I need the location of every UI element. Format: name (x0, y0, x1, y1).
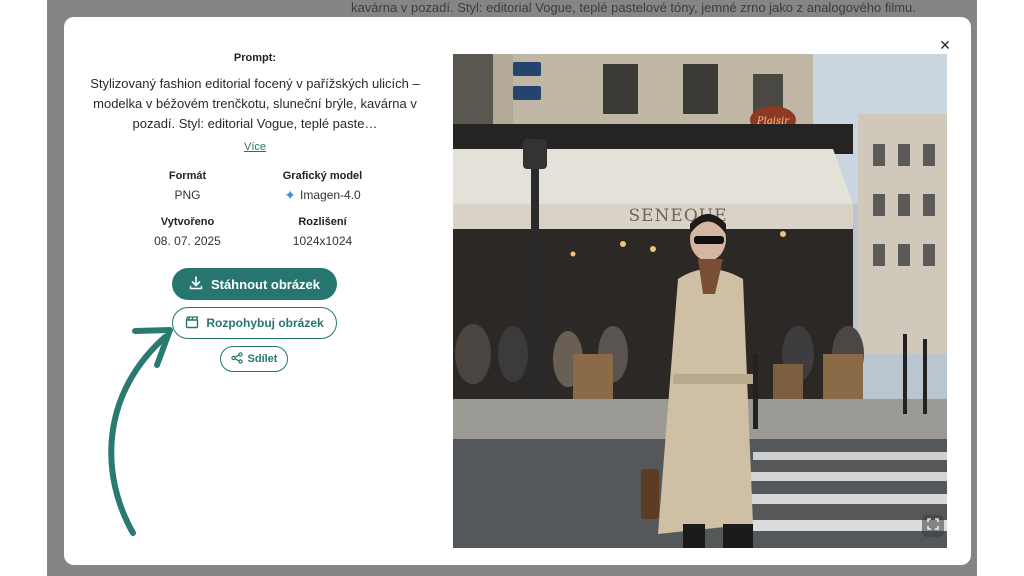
generated-image[interactable]: Plaisir SENEQUE (453, 54, 947, 548)
prompt-label: Prompt: (233, 52, 277, 64)
resolution-value: 1024x1024 (292, 234, 353, 248)
download-button-label: Stáhnout obrázek (210, 276, 321, 292)
share-button-label: Sdílet (247, 353, 278, 365)
model-value: Imagen-4.0 (300, 188, 361, 202)
resolution-label: Rozlišení (298, 216, 347, 228)
share-button[interactable]: Sdílet (220, 346, 288, 372)
created-info: Vytvořeno 08. 07. 2025 (120, 216, 255, 248)
share-icon (230, 351, 243, 367)
sparkle-icon: ✦ (284, 187, 297, 203)
model-value-row: ✦ Imagen-4.0 (255, 188, 390, 202)
close-icon: × (939, 35, 951, 55)
format-label: Formát (168, 170, 207, 182)
download-button[interactable]: Stáhnout obrázek (172, 268, 337, 300)
more-link[interactable]: Více (244, 141, 266, 153)
clapperboard-icon (185, 315, 199, 332)
model-info: Grafický model ✦ Imagen-4.0 (255, 170, 390, 202)
created-value: 08. 07. 2025 (154, 234, 221, 248)
expand-button[interactable] (922, 515, 944, 537)
prompt-section: Prompt: Stylizovaný fashion editorial fo… (84, 52, 426, 155)
resolution-info: Rozlišení 1024x1024 (255, 216, 390, 248)
prompt-text: Stylizovaný fashion editorial focený v p… (90, 76, 420, 131)
meta-row-1: Formát PNG Grafický model ✦ Imagen-4.0 (120, 170, 390, 202)
close-button[interactable]: × (934, 34, 956, 56)
format-value: PNG (174, 188, 201, 202)
meta-row-2: Vytvořeno 08. 07. 2025 Rozlišení 1024x10… (120, 216, 390, 248)
download-icon (189, 275, 203, 293)
annotation-arrow-icon (108, 327, 173, 536)
created-label: Vytvořeno (160, 216, 215, 228)
animate-button[interactable]: Rozpohybuj obrázek (172, 307, 337, 339)
background-page-text: kavárna v pozadí. Styl: editorial Vogue,… (351, 0, 916, 15)
model-label: Grafický model (282, 170, 363, 182)
expand-icon (927, 517, 939, 535)
animate-button-label: Rozpohybuj obrázek (206, 316, 324, 330)
paris-street-photo: Plaisir SENEQUE (453, 54, 947, 548)
format-info: Formát PNG (120, 170, 255, 202)
